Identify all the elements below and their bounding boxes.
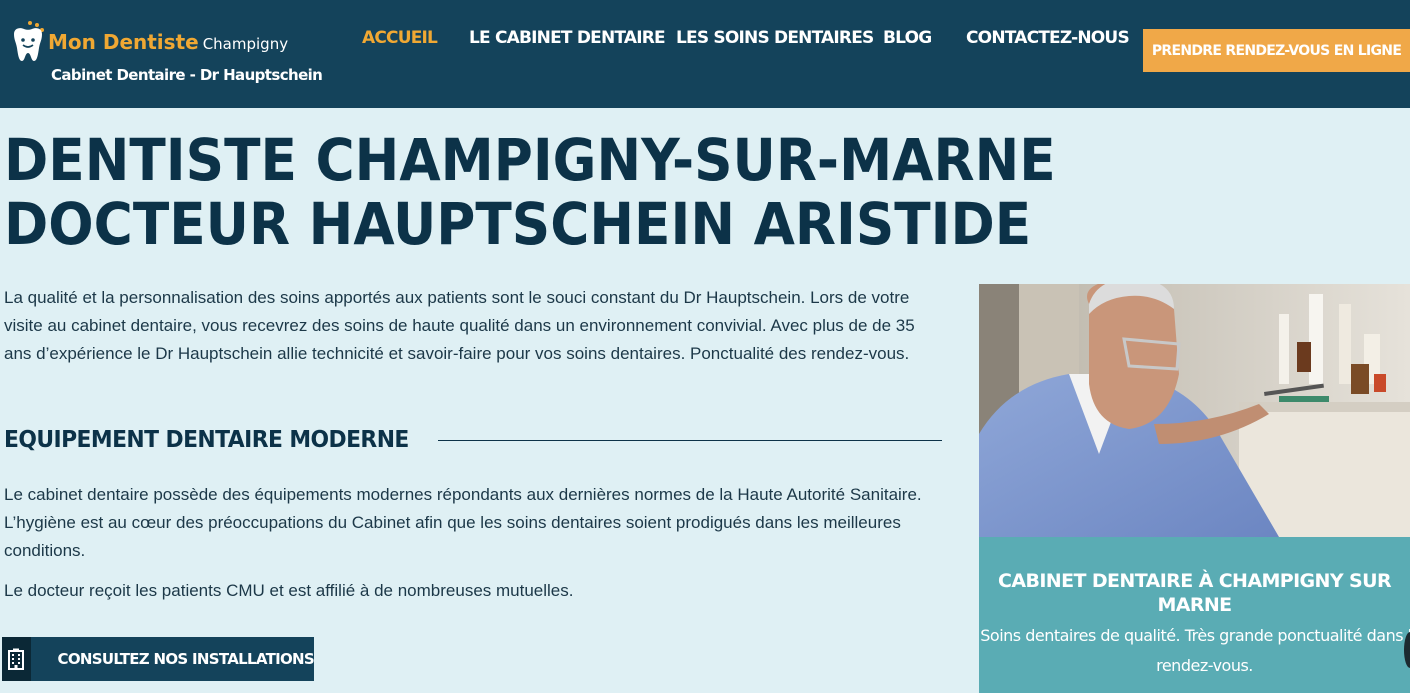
- section-heading: EQUIPEMENT DENTAIRE MODERNE: [4, 424, 942, 456]
- intro-paragraph: La qualité et la personnalisation des so…: [4, 288, 915, 363]
- mutuelles-paragraph: Le docteur reçoit les patients CMU et es…: [4, 581, 574, 600]
- nav-item-contact[interactable]: CONTACTEZ-NOUS: [966, 28, 1130, 48]
- dentist-photo: [979, 284, 1410, 537]
- logo[interactable]: Mon Dentiste Champigny Cabinet Dentaire -…: [8, 14, 323, 94]
- building-icon: [2, 637, 31, 681]
- dentist-photo-illustration: [979, 284, 1410, 537]
- installations-button-label: CONSULTEZ NOS INSTALLATIONS: [57, 650, 315, 668]
- scroll-edge-handle[interactable]: [1404, 632, 1410, 668]
- logo-subtitle: Cabinet Dentaire - Dr Hauptschein: [51, 66, 323, 84]
- page-title-line2: DOCTEUR HAUPTSCHEIN ARISTIDE: [4, 190, 1032, 258]
- info-card: CABINET DENTAIRE À CHAMPIGNY SUR MARNE S…: [979, 537, 1410, 693]
- nav-item-soins[interactable]: LES SOINS DENTAIRES: [676, 28, 874, 48]
- nav-item-blog[interactable]: BLOG: [883, 28, 932, 48]
- section-heading-label: EQUIPEMENT DENTAIRE MODERNE: [4, 427, 409, 453]
- section-divider: [438, 439, 942, 441]
- page-title-line1: DENTISTE CHAMPIGNY-SUR-MARNE: [4, 126, 1056, 194]
- logo-brand: Mon Dentiste: [48, 30, 199, 54]
- book-appointment-button[interactable]: PRENDRE RENDEZ-VOUS EN LIGNE: [1143, 29, 1410, 72]
- installations-button[interactable]: CONSULTEZ NOS INSTALLATIONS: [2, 637, 315, 681]
- logo-name: Mon Dentiste Champigny: [48, 30, 288, 54]
- nav-item-cabinet[interactable]: LE CABINET DENTAIRE: [469, 28, 666, 48]
- logo-city: Champigny: [202, 35, 289, 53]
- equipment-paragraph: Le cabinet dentaire possède des équipeme…: [4, 485, 922, 560]
- nav-item-accueil[interactable]: ACCUEIL: [362, 28, 438, 48]
- site-header: Mon Dentiste Champigny Cabinet Dentaire -…: [0, 0, 1410, 108]
- info-card-description: Soins dentaires de qualité. Très grande …: [980, 626, 1410, 675]
- info-card-title: CABINET DENTAIRE À CHAMPIGNY SUR MARNE: [998, 570, 1392, 616]
- page-title: DENTISTE CHAMPIGNY-SUR-MARNE DOCTEUR HAU…: [4, 128, 1056, 256]
- tooth-icon: [14, 21, 44, 61]
